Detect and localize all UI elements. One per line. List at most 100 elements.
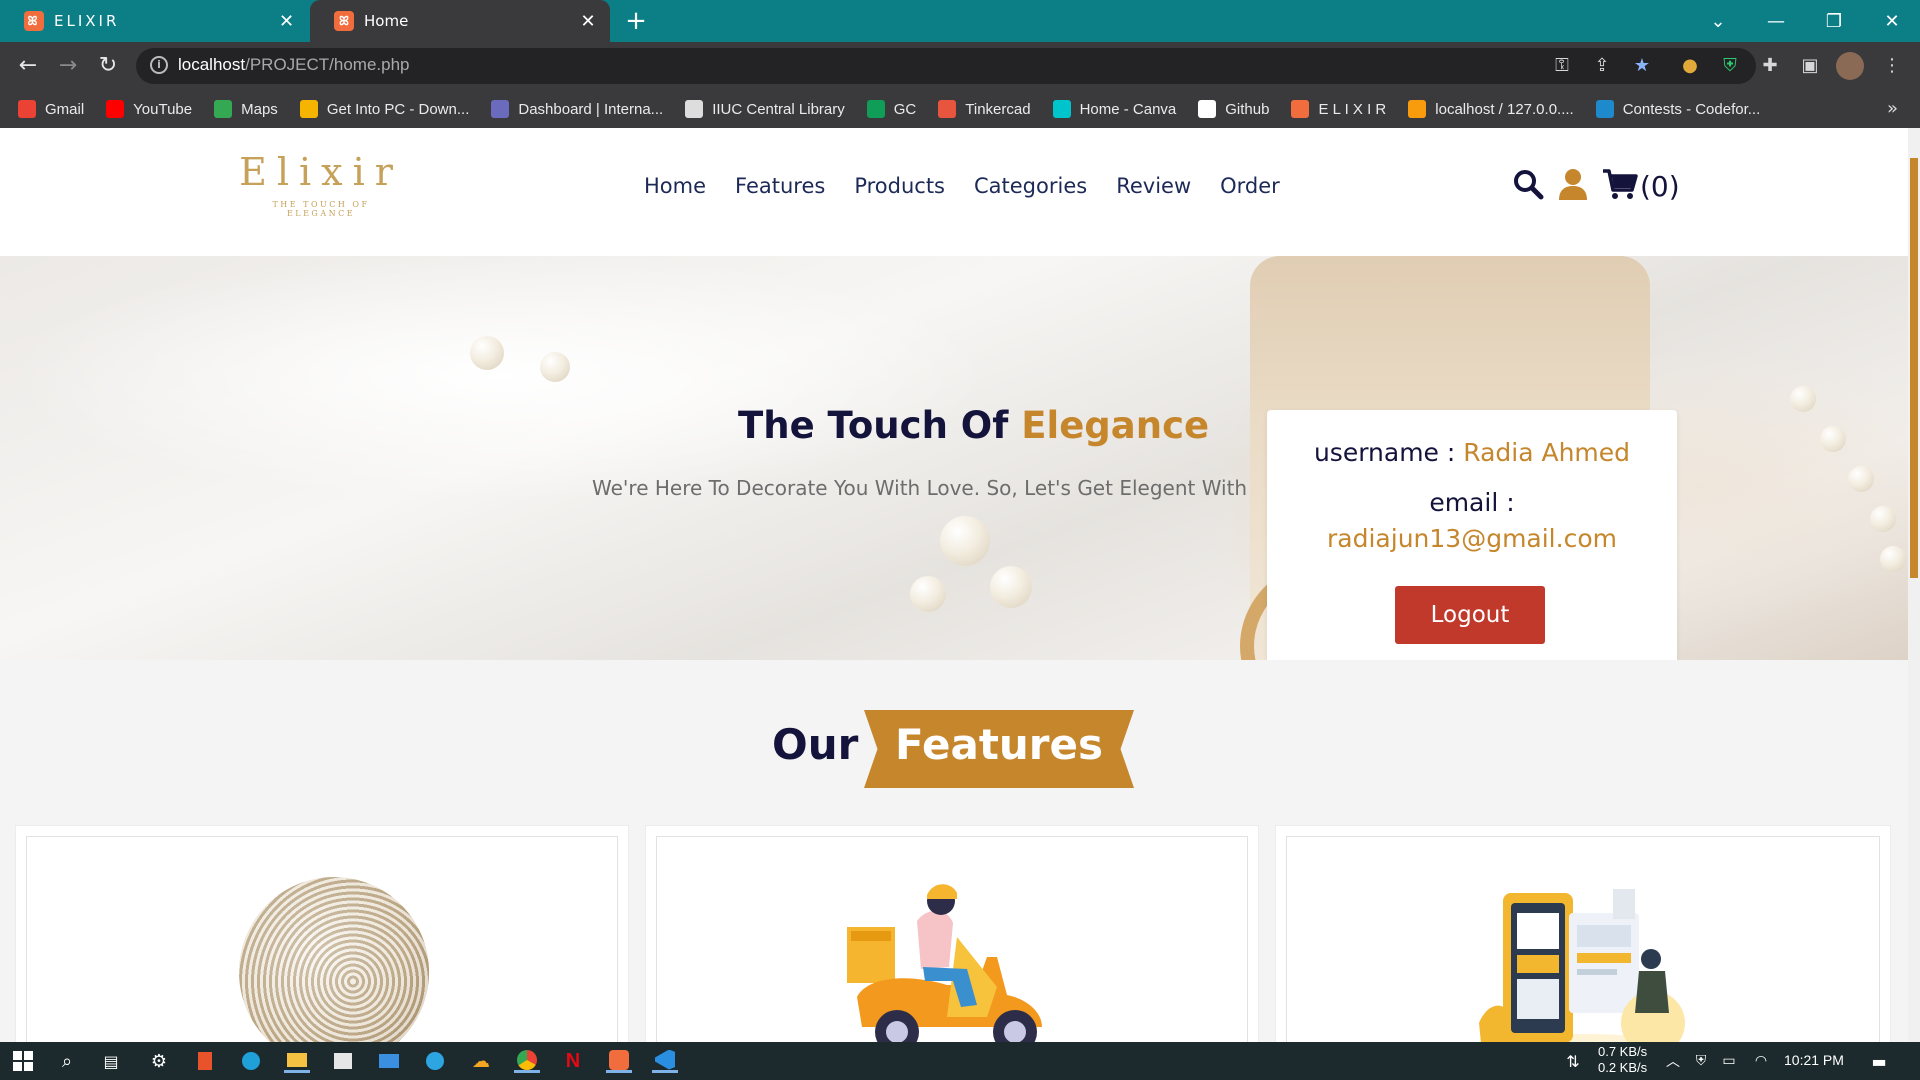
bookmark-item[interactable]: Github (1198, 100, 1269, 118)
xampp-icon[interactable] (606, 1049, 632, 1073)
pearl-image (1870, 506, 1896, 532)
tab-home[interactable]: ꕤ Home ✕ (310, 0, 610, 42)
nav-features[interactable]: Features (735, 174, 825, 198)
feature-card-inner (656, 836, 1248, 1042)
codeforces-icon (1595, 100, 1614, 118)
pearl-image (1820, 426, 1846, 452)
bookmark-item[interactable]: Maps (214, 100, 278, 118)
back-arrow-icon[interactable]: ← (12, 50, 44, 82)
xampp-favicon-icon: ꕤ (24, 11, 44, 31)
tab-elixir[interactable]: ꕤ ELIXIR ✕ (0, 0, 310, 42)
getintopc-icon (299, 100, 318, 118)
store-icon[interactable] (330, 1049, 356, 1073)
more-menu-icon[interactable]: ⋮ (1878, 52, 1906, 80)
new-tab-button[interactable]: + (620, 6, 652, 36)
bookmark-label: Tinkercad (965, 100, 1031, 118)
github-icon (1198, 100, 1217, 118)
windows-start-icon[interactable] (10, 1049, 36, 1073)
taskbar-clock[interactable]: 10:21 PM (1784, 1052, 1844, 1068)
cloud-app-icon[interactable]: ☁ (468, 1049, 494, 1073)
chrome-icon[interactable] (514, 1049, 540, 1073)
file-explorer-icon[interactable] (284, 1049, 310, 1073)
battery-icon[interactable]: ▭ (1716, 1049, 1742, 1073)
feature-card (1276, 826, 1890, 1042)
scrollbar-thumb[interactable] (1910, 158, 1918, 578)
elixir-logo[interactable]: Elixir THE TOUCH OF ELEGANCE (236, 150, 406, 230)
search-taskbar-icon[interactable]: ⌕ (54, 1049, 80, 1073)
telegram-icon[interactable] (422, 1049, 448, 1073)
key-icon[interactable]: ⚿ (1548, 52, 1576, 80)
bookmark-item[interactable]: E L I X I R (1291, 100, 1386, 118)
extension-palette-icon[interactable]: ● (1676, 52, 1704, 80)
nav-products[interactable]: Products (854, 174, 945, 198)
bookmark-item[interactable]: Contests - Codefor... (1595, 100, 1760, 118)
url-host: localhost (178, 55, 246, 74)
tab-search-icon[interactable]: ⌄ (1690, 0, 1746, 42)
side-panel-icon[interactable]: ▣ (1796, 52, 1824, 80)
bookmark-item[interactable]: Tinkercad (938, 100, 1031, 118)
vscode-icon[interactable] (652, 1049, 678, 1073)
url-path: /PROJECT/home.php (245, 55, 410, 74)
restore-button[interactable]: ❐ (1806, 0, 1862, 42)
share-icon[interactable]: ⇪ (1588, 52, 1616, 80)
more-bookmarks-icon[interactable]: » (1887, 98, 1898, 119)
bookmark-item[interactable]: GC (866, 100, 917, 118)
bookmark-star-icon[interactable]: ★ (1628, 52, 1656, 80)
reload-icon[interactable]: ↻ (92, 50, 124, 82)
tab-strip: ꕤ ELIXIR ✕ ꕤ Home ✕ + ⌄ — ❐ ✕ (0, 0, 1920, 42)
forward-arrow-icon[interactable]: → (52, 50, 84, 82)
pearl-image (940, 516, 990, 566)
url-text[interactable]: localhost/PROJECT/home.php (178, 55, 410, 75)
edge-icon[interactable] (238, 1049, 264, 1073)
search-icon[interactable] (1512, 168, 1544, 204)
bookmark-item[interactable]: IIUC Central Library (685, 100, 845, 118)
bookmark-item[interactable]: localhost / 127.0.0.... (1408, 100, 1574, 118)
wifi-icon[interactable]: ◠ (1748, 1049, 1774, 1073)
bookmark-item[interactable]: Dashboard | Interna... (491, 100, 663, 118)
chevron-up-icon[interactable]: ︿ (1660, 1049, 1686, 1073)
tab-title: Home (364, 12, 409, 30)
dashboard-icon (491, 100, 510, 118)
nav-categories[interactable]: Categories (974, 174, 1087, 198)
page-scrollbar[interactable] (1908, 128, 1920, 1042)
security-shield-icon[interactable]: ⛨ (1688, 1049, 1714, 1073)
heading-features: Features (895, 720, 1103, 769)
nav-order[interactable]: Order (1220, 174, 1280, 198)
cart-icon[interactable] (1602, 168, 1638, 204)
close-tab-icon[interactable]: ✕ (278, 11, 298, 32)
notifications-icon[interactable]: ▬ (1866, 1049, 1892, 1073)
user-icon[interactable] (1558, 168, 1588, 204)
youtube-icon (106, 100, 125, 118)
settings-gear-icon[interactable]: ⚙ (146, 1049, 172, 1073)
netflix-icon[interactable]: N (560, 1049, 586, 1073)
cart-count[interactable]: (0) (1640, 170, 1680, 203)
mail-icon[interactable] (376, 1049, 402, 1073)
close-tab-icon[interactable]: ✕ (578, 11, 598, 32)
user-profile-card: username : Radia Ahmed email : radiajun1… (1267, 410, 1677, 660)
address-bar[interactable]: i localhost/PROJECT/home.php (136, 48, 1756, 84)
pearl-image (1848, 466, 1874, 492)
task-view-icon[interactable]: ▤ (98, 1049, 124, 1073)
logout-button[interactable]: Logout (1395, 586, 1545, 644)
hero-title: The Touch Of Elegance (738, 404, 1209, 447)
elixir-icon (1291, 100, 1310, 118)
shield-extension-icon[interactable]: ⛨ (1716, 52, 1744, 80)
bookmark-label: GC (893, 100, 917, 118)
network-speed-arrows-icon: ⇅ (1566, 1051, 1580, 1071)
nav-home[interactable]: Home (644, 174, 706, 198)
minimize-button[interactable]: — (1748, 0, 1804, 42)
bookmark-item[interactable]: Get Into PC - Down... (299, 100, 469, 118)
bookmark-item[interactable]: Home - Canva (1052, 100, 1176, 118)
main-nav: Home Features Products Categories Review… (644, 174, 1309, 198)
site-info-icon[interactable]: i (150, 56, 168, 74)
close-window-button[interactable]: ✕ (1864, 0, 1920, 42)
bookmark-item[interactable]: YouTube (106, 100, 192, 118)
profile-avatar[interactable] (1836, 52, 1864, 80)
username-value: Radia Ahmed (1463, 438, 1631, 467)
feature-card-inner (1286, 836, 1880, 1042)
extensions-puzzle-icon[interactable]: ✚ (1756, 52, 1784, 80)
nav-review[interactable]: Review (1116, 174, 1191, 198)
bookmark-item[interactable]: Gmail (18, 100, 84, 118)
office-icon[interactable] (192, 1049, 218, 1073)
pearl-image (470, 336, 504, 370)
